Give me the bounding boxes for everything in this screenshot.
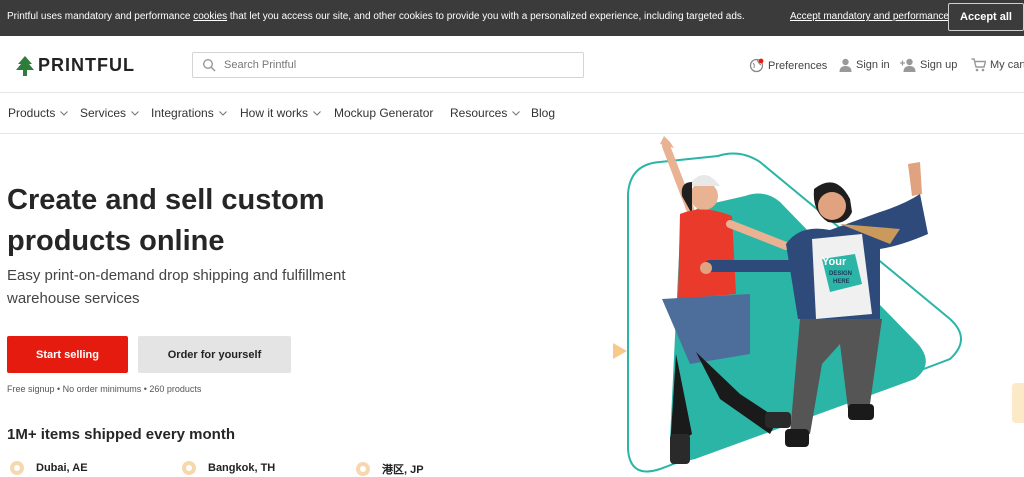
nav-label: Blog <box>531 106 556 120</box>
hero-illustration: Your DESIGN HERE <box>613 136 962 473</box>
location-pin-icon <box>10 461 24 475</box>
shipped-heading: 1M+ items shipped every month <box>7 426 235 443</box>
nav-resources[interactable]: Resources <box>450 106 521 120</box>
shirt-text: DESIGN <box>829 271 852 277</box>
cart-label: My cart <box>990 59 1024 71</box>
hero-title-line: Create and sell custom <box>7 184 325 216</box>
hero-subtitle: Easy print-on-demand drop shipping and f… <box>7 264 407 310</box>
play-arrow-icon <box>613 343 627 359</box>
sign-up-label: Sign up <box>920 59 958 71</box>
start-selling-button[interactable]: Start selling <box>7 336 128 373</box>
sign-up-link[interactable]: Sign up <box>900 58 957 72</box>
search-input[interactable] <box>224 59 564 71</box>
shirt-text: HERE <box>833 279 850 285</box>
feedback-tab[interactable] <box>1012 383 1024 423</box>
nav-how-it-works[interactable]: How it works <box>240 106 321 120</box>
chevron-down-icon <box>313 110 321 116</box>
chevron-down-icon <box>512 110 521 116</box>
preferences-link[interactable]: Preferences <box>749 58 827 73</box>
chevron-down-icon <box>131 110 139 116</box>
sign-in-link[interactable]: Sign in <box>839 58 890 72</box>
nav-label: Products <box>8 106 56 120</box>
user-icon <box>839 58 852 72</box>
hero-subtitle-line: warehouse services <box>7 290 140 307</box>
hero-facts: Free signup • No order minimums • 260 pr… <box>7 384 202 394</box>
nav-label: How it works <box>240 106 309 120</box>
location-pin-icon <box>356 462 370 476</box>
nav-products[interactable]: Products <box>8 106 69 120</box>
chevron-down-icon <box>60 110 69 116</box>
tree-logo-icon <box>16 55 34 76</box>
location-label: Dubai, AE <box>36 462 88 474</box>
globe-icon <box>749 58 764 73</box>
cart-link[interactable]: My cart <box>971 58 1024 72</box>
accept-mandatory-button[interactable]: Accept mandatory and performance <box>790 11 949 22</box>
cookie-banner: Printful uses mandatory and performance … <box>0 0 1024 36</box>
nav-label: Services <box>80 106 127 120</box>
nav-blog[interactable]: Blog <box>531 106 555 120</box>
cart-icon <box>971 58 986 72</box>
nav-label: Resources <box>450 106 508 120</box>
location-pin-icon <box>182 461 196 475</box>
hero-subtitle-line: Easy print-on-demand drop shipping and f… <box>7 267 346 284</box>
add-user-icon <box>900 58 916 72</box>
order-for-yourself-button[interactable]: Order for yourself <box>138 336 291 373</box>
search-icon <box>202 58 216 72</box>
nav-integrations[interactable]: Integrations <box>151 106 227 120</box>
hero-title-line: products online <box>7 225 225 257</box>
nav-label: Mockup Generator <box>334 106 434 120</box>
nav-services[interactable]: Services <box>80 106 139 120</box>
location-item: Bangkok, TH <box>182 461 275 475</box>
nav-mockup-generator[interactable]: Mockup Generator <box>334 106 433 120</box>
hero-title: Create and sell custom products online <box>7 180 427 262</box>
chevron-down-icon <box>218 110 227 116</box>
site-header: PRINTFUL Preferences Sign in Sign up <box>0 36 1024 93</box>
cookie-message: Printful uses mandatory and performance … <box>7 11 745 22</box>
search-box[interactable] <box>192 52 584 78</box>
preferences-label: Preferences <box>768 59 828 72</box>
location-label: Bangkok, TH <box>208 462 276 474</box>
cookies-link[interactable]: cookies <box>193 11 227 22</box>
nav-label: Integrations <box>151 106 214 120</box>
sign-in-label: Sign in <box>856 59 890 71</box>
logo-text: PRINTFUL <box>38 55 135 75</box>
accept-all-button[interactable]: Accept all <box>948 3 1024 31</box>
shirt-text: Your <box>822 256 847 268</box>
main-nav: Products Services Integrations How it wo… <box>0 93 1024 134</box>
location-item: Dubai, AE <box>10 461 88 475</box>
logo[interactable]: PRINTFUL <box>16 55 135 76</box>
